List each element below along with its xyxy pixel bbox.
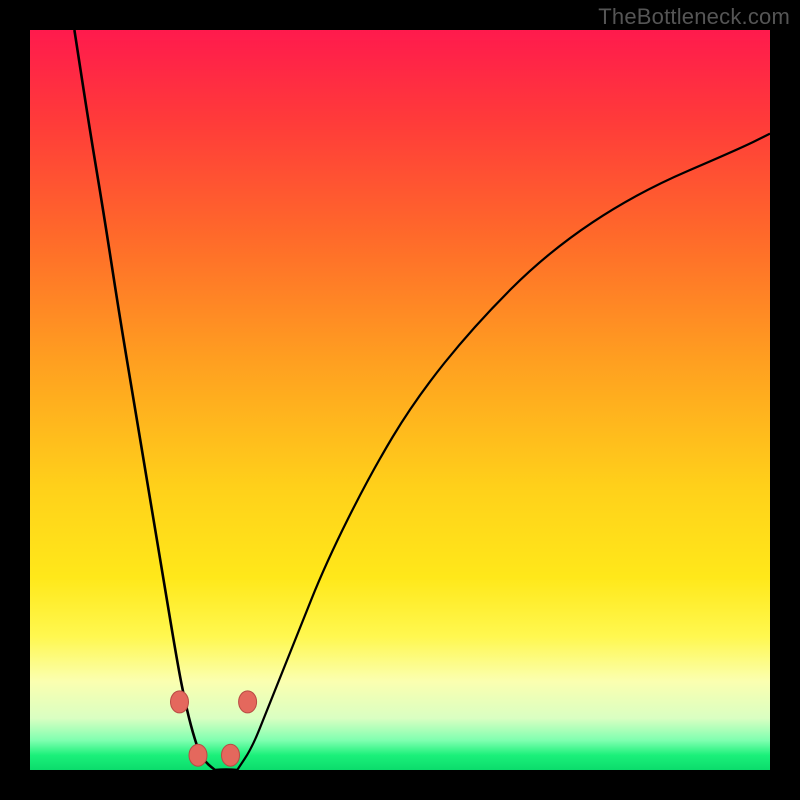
curve-base [215,770,237,771]
curve-left-branch [74,30,215,770]
marker-dot [171,691,189,713]
chart-frame: TheBottleneck.com [0,0,800,800]
plot-area [30,30,770,770]
curve-right-branch [237,134,770,770]
watermark-text: TheBottleneck.com [598,4,790,30]
marker-dot [239,691,257,713]
bottleneck-curve [30,30,770,770]
marker-dot [222,744,240,766]
curve-markers [171,691,257,766]
marker-dot [189,744,207,766]
